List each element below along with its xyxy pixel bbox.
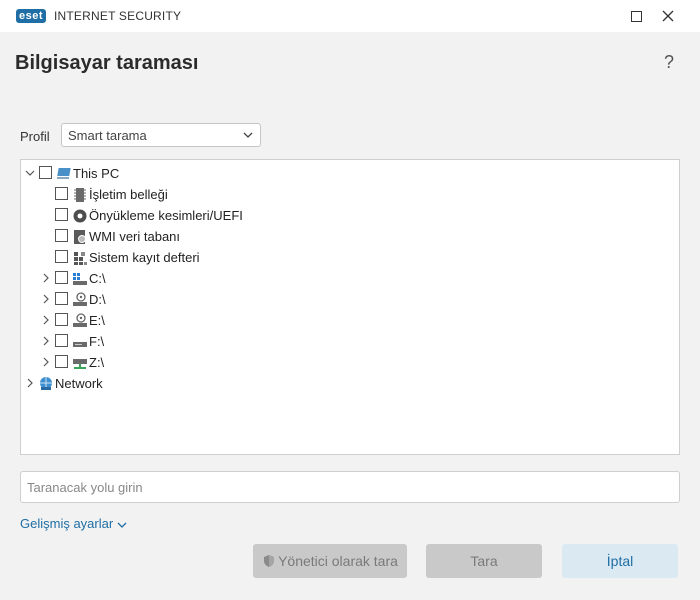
windows-drive-icon [73, 273, 87, 285]
advanced-settings-toggle[interactable]: Gelişmiş ayarlar [20, 516, 127, 531]
minimize-icon [631, 11, 642, 22]
chevron-right-icon[interactable] [40, 313, 52, 327]
checkbox-wmi-database[interactable] [55, 229, 68, 242]
tree-node-label: D:\ [89, 292, 106, 307]
disc-drive-icon [73, 313, 87, 327]
close-button[interactable] [658, 6, 678, 26]
checkbox-drive-c[interactable] [55, 271, 68, 284]
tree-node-label: Network [55, 376, 103, 391]
checkbox-drive-z[interactable] [55, 355, 68, 368]
checkbox-drive-e[interactable] [55, 313, 68, 326]
checkbox-drive-d[interactable] [55, 292, 68, 305]
advanced-settings-label: Gelişmiş ayarlar [20, 516, 114, 531]
checkbox-drive-f[interactable] [55, 334, 68, 347]
tree-node-label: This PC [73, 166, 120, 181]
cancel-button-label: İptal [606, 553, 634, 569]
chevron-right-icon[interactable] [40, 334, 52, 348]
chevron-right-icon[interactable] [24, 376, 36, 390]
registry-icon [74, 252, 87, 265]
shield-icon [264, 555, 275, 567]
checkbox-memory[interactable] [55, 187, 68, 200]
profile-label: Profil [20, 129, 50, 144]
chevron-down-icon[interactable] [24, 166, 36, 180]
scan-as-admin-label: Yönetici olarak tara [278, 553, 398, 569]
checkbox-boot-sectors[interactable] [55, 208, 68, 221]
tree-node-label: F:\ [89, 334, 105, 349]
chevron-right-icon[interactable] [40, 292, 52, 306]
chevron-right-icon[interactable] [40, 271, 52, 285]
tree-node-label: Sistem kayıt defteri [89, 250, 200, 265]
eset-logo: eset [16, 9, 47, 23]
network-icon [40, 377, 52, 390]
scan-as-admin-button[interactable]: Yönetici olarak tara [253, 544, 407, 578]
computer-icon [57, 168, 71, 179]
profile-selected-value: Smart tarama [68, 128, 147, 143]
removable-drive-icon [73, 342, 87, 347]
profile-select[interactable]: Smart tarama [61, 123, 261, 147]
tree-node-label: Önyükleme kesimleri/UEFI [89, 208, 243, 223]
scan-target-tree: This PC İşletim belleği Önyükleme kesiml… [20, 159, 680, 455]
product-name: INTERNET SECURITY [54, 9, 182, 23]
chevron-down-icon [117, 522, 127, 528]
checkbox-registry[interactable] [55, 250, 68, 263]
scan-path-input[interactable] [20, 471, 680, 503]
checkbox-this-pc[interactable] [39, 166, 52, 179]
tree-node-label: Z:\ [89, 355, 105, 370]
cancel-button[interactable]: İptal [562, 544, 678, 578]
tree-node-label: C:\ [89, 271, 106, 286]
close-icon [662, 10, 674, 22]
title-bar: eset INTERNET SECURITY [0, 0, 700, 32]
page-title: Bilgisayar taraması [15, 52, 199, 74]
help-icon[interactable]: ? [664, 52, 674, 73]
chevron-right-icon[interactable] [40, 355, 52, 369]
wmi-database-icon [74, 230, 86, 244]
scan-button[interactable]: Tara [426, 544, 542, 578]
tree-node-label: İşletim belleği [89, 187, 168, 202]
memory-icon [74, 188, 86, 202]
scan-button-label: Tara [470, 553, 498, 569]
tree-node-label: E:\ [89, 313, 105, 328]
tree-node-label: WMI veri tabanı [89, 229, 181, 244]
minimize-button[interactable] [626, 6, 646, 26]
network-drive-icon [73, 359, 87, 369]
chevron-down-icon [243, 132, 253, 138]
disc-drive-icon [73, 292, 87, 306]
boot-sector-icon [73, 209, 87, 223]
